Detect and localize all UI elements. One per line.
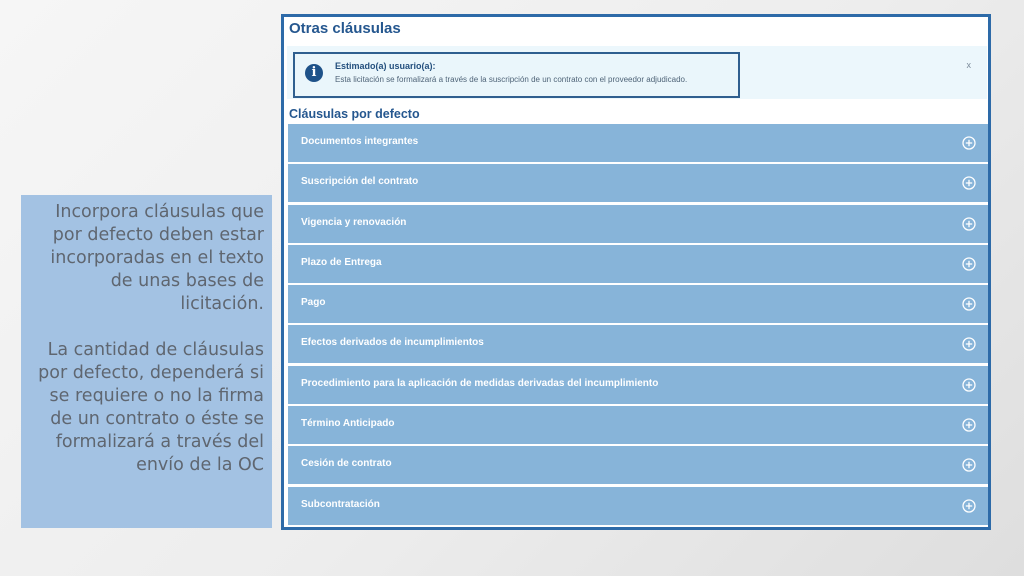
- info-icon: i: [305, 64, 323, 82]
- notice-text: Esta licitación se formalizará a través …: [335, 75, 688, 84]
- clause-item-vigencia-y-renovacion[interactable]: Vigencia y renovación: [288, 204, 988, 243]
- clause-label: Vigencia y renovación: [301, 216, 407, 228]
- clause-item-subcontratacion[interactable]: Subcontratación: [288, 486, 988, 525]
- description-paragraph-2: La cantidad de cláusulas por defecto, de…: [38, 340, 264, 475]
- clause-label: Plazo de Entrega: [301, 256, 382, 268]
- plus-circle-icon[interactable]: [962, 136, 976, 150]
- clause-label: Cesión de contrato: [301, 458, 392, 470]
- clause-item-plazo-de-entrega[interactable]: Plazo de Entrega: [288, 244, 988, 283]
- plus-circle-icon[interactable]: [962, 257, 976, 271]
- plus-circle-icon[interactable]: [962, 216, 976, 231]
- description-box: Incorpora cláusulas que por defecto debe…: [21, 195, 272, 528]
- plus-circle-icon[interactable]: [962, 458, 976, 473]
- description-paragraph-1: Incorpora cláusulas que por defecto debe…: [50, 202, 264, 314]
- clause-item-procedimiento-medidas[interactable]: Procedimiento para la aplicación de medi…: [288, 365, 988, 404]
- clause-label: Efectos derivados de incumplimientos: [301, 337, 484, 349]
- clause-label: Término Anticipado: [301, 418, 395, 430]
- clause-item-pago[interactable]: Pago: [288, 285, 988, 324]
- plus-circle-icon[interactable]: [962, 378, 976, 392]
- clause-item-suscripcion-del-contrato[interactable]: Suscripción del contrato: [288, 164, 988, 203]
- clause-list: Documentos integrantes Suscripción del c…: [288, 124, 988, 527]
- plus-circle-icon[interactable]: [962, 499, 976, 513]
- clause-label: Procedimiento para la aplicación de medi…: [301, 377, 659, 389]
- plus-circle-icon[interactable]: [962, 418, 976, 432]
- notice-box: i Estimado(a) usuario(a): Esta licitació…: [293, 52, 740, 98]
- clause-item-efectos-derivados[interactable]: Efectos derivados de incumplimientos: [288, 325, 988, 364]
- plus-circle-icon[interactable]: [962, 176, 976, 190]
- notice-title: Estimado(a) usuario(a):: [335, 61, 436, 71]
- clause-item-documentos-integrantes[interactable]: Documentos integrantes: [288, 124, 988, 162]
- clause-label: Documentos integrantes: [301, 136, 419, 147]
- clause-item-termino-anticipado[interactable]: Término Anticipado: [288, 406, 988, 445]
- clause-label: Suscripción del contrato: [301, 176, 419, 188]
- clause-item-cesion-de-contrato[interactable]: Cesión de contrato: [288, 446, 988, 485]
- clauses-panel: Otras cláusulas i Estimado(a) usuario(a)…: [281, 14, 991, 530]
- close-notice-button[interactable]: x: [967, 60, 972, 70]
- plus-circle-icon[interactable]: [962, 337, 976, 352]
- section-heading: Cláusulas por defecto: [289, 107, 420, 121]
- plus-circle-icon[interactable]: [962, 297, 976, 311]
- clause-label: Pago: [301, 297, 326, 309]
- panel-title: Otras cláusulas: [289, 20, 401, 37]
- clause-label: Subcontratación: [301, 498, 380, 510]
- notice-area: i Estimado(a) usuario(a): Esta licitació…: [287, 46, 987, 99]
